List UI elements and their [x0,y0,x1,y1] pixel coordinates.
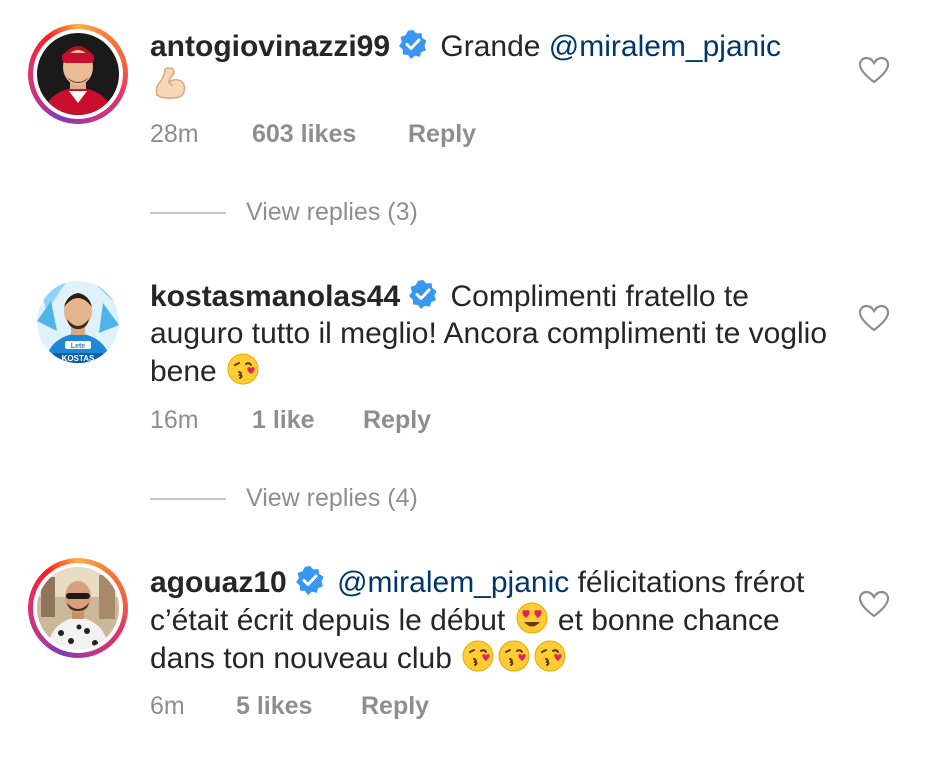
like-heart-icon[interactable] [858,56,890,84]
view-replies-button[interactable]: View replies (4) [150,484,418,513]
verified-badge-icon [295,566,324,595]
view-replies-label[interactable]: View replies (3) [246,198,418,226]
avatar-photo [37,33,119,115]
avatar[interactable] [28,558,128,658]
avatar-jersey-label: KOSTAS [62,354,95,363]
comment-text: Grande [440,30,549,63]
flexed-biceps-icon [155,67,186,99]
view-replies-button[interactable]: View replies (3) [150,198,418,227]
comment-body: kostasmanolas44 Complimenti fratello te … [150,278,840,390]
like-heart-icon[interactable] [858,590,890,618]
like-heart-icon[interactable] [858,304,890,332]
comment-body: agouaz10 @miralem_pjanic félicitations f… [150,564,840,677]
face-blowing-kiss-icon [227,353,259,385]
replies-divider [150,498,226,501]
face-blowing-kiss-icon [534,640,566,672]
reply-button[interactable]: Reply [361,692,429,721]
replies-divider [150,212,226,215]
svg-text:Lete: Lete [71,343,86,350]
avatar[interactable]: Lete KOSTAS [28,272,128,372]
likes-count[interactable]: 5 likes [236,692,361,721]
comment-meta: 6m 5 likes Reply [150,692,429,721]
reply-button[interactable]: Reply [363,406,431,435]
username[interactable]: kostasmanolas44 [150,280,400,313]
timestamp: 6m [150,692,185,720]
heart-eyes-icon [516,602,548,634]
mention-link[interactable]: @miralem_pjanic [549,30,781,63]
comment-meta: 16m 1 like Reply [150,406,431,435]
avatar-photo [37,567,119,649]
likes-count[interactable]: 1 like [252,406,363,435]
verified-badge-icon [399,30,427,59]
face-blowing-kiss-icon [498,640,530,672]
mention-link[interactable]: @miralem_pjanic [337,566,569,599]
timestamp: 16m [150,406,199,434]
reply-button[interactable]: Reply [408,120,476,149]
comment-meta: 28m 603 likes Reply [150,120,476,149]
verified-badge-icon [409,280,437,309]
likes-count[interactable]: 603 likes [252,120,408,149]
username[interactable]: agouaz10 [150,566,287,599]
avatar-photo: Lete KOSTAS [37,281,119,363]
face-blowing-kiss-icon [462,640,494,672]
comment-body: antogiovinazzi99 Grande @miralem_pjanic [150,28,840,107]
username[interactable]: antogiovinazzi99 [150,30,390,63]
timestamp: 28m [150,120,199,148]
view-replies-label[interactable]: View replies (4) [246,484,418,512]
avatar[interactable] [28,24,128,124]
